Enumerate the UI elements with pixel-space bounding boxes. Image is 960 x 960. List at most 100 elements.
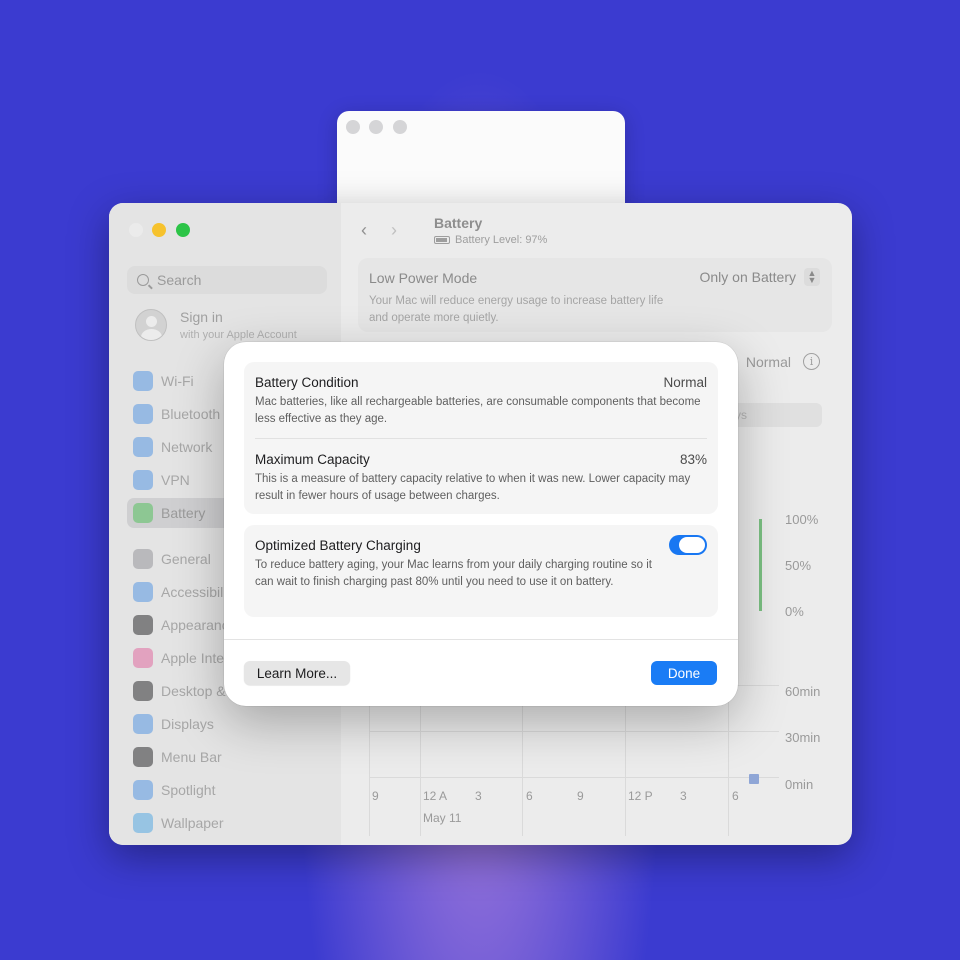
sidebar-item-label: Apple Inte — [161, 650, 225, 666]
sidebar-item-wallpaper[interactable]: Wallpaper — [127, 808, 327, 838]
sidebar-item-label: Menu Bar — [161, 749, 222, 765]
gear-icon — [133, 549, 153, 569]
optimized-charging-toggle[interactable] — [669, 535, 707, 555]
battery-health-sheet: Battery Condition Normal Mac batteries, … — [224, 342, 738, 706]
signin-title: Sign in — [180, 309, 223, 325]
battery-icon — [133, 503, 153, 523]
usage-tick-30: 30min — [785, 730, 821, 745]
battery-health-value: Normal — [745, 353, 791, 370]
info-icon[interactable]: i — [803, 353, 820, 370]
globe-icon — [133, 437, 153, 457]
usage-tick-0: 0min — [785, 777, 814, 792]
wifi-icon — [133, 371, 153, 391]
menubar-icon — [133, 747, 153, 767]
appearance-icon — [133, 615, 153, 635]
vpn-icon — [133, 470, 153, 490]
page-title: Battery — [434, 215, 483, 231]
chevron-left-icon: ‹ — [361, 219, 367, 240]
battery-level-bar — [759, 519, 762, 611]
navigation-buttons: ‹ › — [349, 216, 409, 244]
sidebar-item-label: Desktop & — [161, 683, 226, 699]
battery-condition-row: Battery Condition Normal Mac batteries, … — [255, 375, 707, 428]
low-power-mode-value: Only on Battery — [699, 269, 797, 285]
apple-account-signin[interactable]: Sign in with your Apple Account — [135, 309, 297, 341]
bluetooth-icon — [133, 404, 153, 424]
wallpaper-icon — [133, 813, 153, 833]
x-label: 12 A — [423, 789, 448, 803]
battery-condition-description: Mac batteries, like all rechargeable bat… — [255, 396, 701, 425]
battery-level-icon — [434, 236, 450, 244]
low-power-mode-label: Low Power Mode — [369, 270, 478, 286]
level-tick-0: 0% — [785, 604, 804, 619]
usage-tick-60: 60min — [785, 684, 821, 699]
close-button-inactive[interactable] — [346, 120, 360, 134]
divider — [255, 438, 707, 439]
maximum-capacity-title: Maximum Capacity — [255, 452, 370, 467]
divider — [224, 639, 738, 640]
sidebar-item-label: Spotlight — [161, 782, 216, 798]
sidebar-item-displays[interactable]: Displays — [127, 709, 327, 739]
sidebar-item-label: Displays — [161, 716, 214, 732]
sidebar-item-menu-bar[interactable]: Menu Bar — [127, 742, 327, 772]
sidebar-item-label: Accessibil — [161, 584, 224, 600]
sidebar-item-label: Battery — [161, 505, 206, 521]
minimize-button-inactive[interactable] — [369, 120, 383, 134]
date-label: May 11 — [423, 811, 462, 825]
forward-button[interactable]: › — [379, 216, 409, 244]
battery-condition-value: Normal — [663, 375, 707, 390]
up-down-chevron-icon: ▲ ▼ — [804, 268, 820, 286]
optimized-charging-row: Optimized Battery Charging To reduce bat… — [255, 538, 707, 591]
battery-info-card: Battery Condition Normal Mac batteries, … — [244, 362, 718, 514]
x-label: 3 — [475, 789, 482, 803]
maximum-capacity-description: This is a measure of battery capacity re… — [255, 473, 691, 502]
battery-health-row: Normal i — [746, 353, 820, 370]
toggle-knob — [679, 537, 705, 553]
sidebar-item-label: Wi-Fi — [161, 373, 194, 389]
accessibility-icon — [133, 582, 153, 602]
x-label: 9 — [577, 789, 584, 803]
search-field[interactable]: Search — [127, 266, 327, 294]
close-button[interactable] — [129, 223, 143, 237]
optimized-charging-description: To reduce battery aging, your Mac learns… — [255, 559, 652, 588]
battery-level-text: Battery Level: 97% — [455, 234, 548, 246]
learn-more-button[interactable]: Learn More... — [244, 661, 350, 685]
chevron-right-icon: › — [391, 219, 397, 240]
display-icon — [133, 714, 153, 734]
search-placeholder: Search — [157, 272, 202, 288]
sidebar-item-label: General — [161, 551, 211, 567]
desktop-icon — [133, 681, 153, 701]
spotlight-icon — [133, 780, 153, 800]
done-button[interactable]: Done — [651, 661, 717, 685]
sidebar-item-label: Appearanc — [161, 617, 229, 633]
toolbar-title: Battery Battery Level: 97% — [434, 215, 547, 246]
battery-level-subtitle: Battery Level: 97% — [434, 234, 547, 246]
maximum-capacity-row: Maximum Capacity 83% This is a measure o… — [255, 452, 707, 505]
sidebar-item-spotlight[interactable]: Spotlight — [127, 775, 327, 805]
maximum-capacity-value: 83% — [679, 452, 707, 467]
signin-subtitle: with your Apple Account — [180, 329, 297, 341]
sidebar-item-label: VPN — [161, 472, 190, 488]
sidebar-item-label: Bluetooth — [161, 406, 221, 422]
x-label: 6 — [732, 789, 739, 803]
x-label: 6 — [526, 789, 533, 803]
low-power-mode-description: Your Mac will reduce energy usage to inc… — [369, 295, 664, 324]
optimized-charging-card: Optimized Battery Charging To reduce bat… — [244, 525, 718, 617]
level-tick-50: 50% — [785, 558, 812, 573]
zoom-button[interactable] — [176, 223, 190, 237]
back-button[interactable]: ‹ — [349, 216, 379, 244]
apple-intelligence-icon — [133, 648, 153, 668]
sidebar-item-label: Wallpaper — [161, 815, 224, 831]
x-label: 3 — [680, 789, 687, 803]
search-icon — [137, 274, 149, 286]
optimized-charging-title: Optimized Battery Charging — [255, 538, 421, 553]
low-power-mode-row: Low Power Mode Your Mac will reduce ener… — [358, 258, 832, 332]
sidebar-item-label: Network — [161, 439, 213, 455]
low-power-mode-popup[interactable]: Only on Battery ▲ ▼ — [699, 268, 820, 286]
x-label: 9 — [372, 789, 379, 803]
battery-condition-title: Battery Condition — [255, 375, 359, 390]
x-label: 12 P — [628, 789, 653, 803]
avatar-icon — [135, 309, 167, 341]
zoom-button-inactive[interactable] — [393, 120, 407, 134]
usage-bar — [749, 774, 759, 784]
minimize-button[interactable] — [152, 223, 166, 237]
